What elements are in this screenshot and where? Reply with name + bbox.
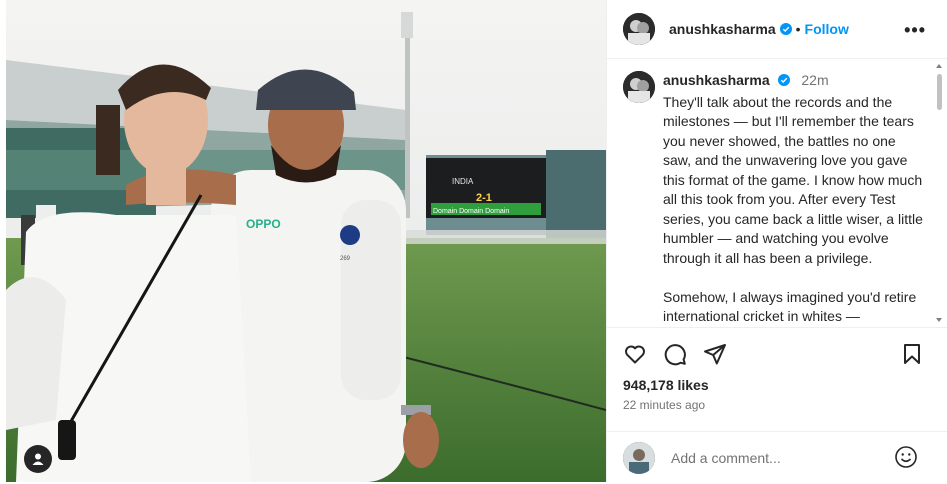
separator-dot: • [795, 21, 801, 37]
header-username[interactable]: anushkasharma [669, 21, 776, 37]
bookmark-icon[interactable] [900, 342, 924, 366]
scrollbar-thumb[interactable] [937, 74, 942, 110]
likes-count[interactable]: 948,178 likes [623, 377, 709, 393]
comment-input[interactable] [669, 449, 893, 467]
user-tag-icon[interactable] [24, 445, 52, 473]
jersey-brand: OPPO [246, 217, 281, 231]
scoreboard-team: INDIA [452, 177, 474, 186]
scoreboard-score: 2-1 [476, 192, 492, 204]
comments-scrollbar[interactable] [934, 62, 944, 324]
caption-username[interactable]: anushkasharma [663, 72, 770, 88]
share-icon[interactable] [703, 342, 727, 366]
emoji-icon[interactable] [894, 445, 918, 469]
avatar[interactable] [623, 71, 655, 103]
heart-icon[interactable] [623, 342, 647, 366]
avatar [623, 442, 655, 474]
verified-icon [777, 74, 790, 86]
post-side-panel: anushkasharma • Follow ••• anushkasharma… [606, 0, 947, 482]
comment-icon[interactable] [663, 342, 687, 366]
scoreboard-ads: Domain Domain Domain [433, 208, 509, 215]
action-icons [623, 342, 743, 366]
actions-section: 948,178 likes 22 minutes ago [607, 327, 947, 483]
instagram-post-window: 2-1 INDIA Domain Domain Domain OPPO 269 [0, 0, 947, 482]
caption-time[interactable]: 22m [801, 72, 828, 88]
caption-text: They'll talk about the records and the m… [663, 93, 923, 325]
caption-block: anushkasharma 22m They'll talk about the… [623, 71, 929, 327]
more-options-icon[interactable]: ••• [904, 20, 926, 41]
jersey-number: 269 [340, 256, 351, 262]
comment-bar [607, 431, 947, 484]
follow-button[interactable]: Follow [805, 21, 849, 37]
avatar[interactable] [623, 13, 655, 45]
verified-icon [779, 23, 792, 35]
post-header: anushkasharma • Follow ••• [607, 0, 947, 59]
post-timestamp[interactable]: 22 minutes ago [623, 398, 705, 412]
post-photo[interactable]: 2-1 INDIA Domain Domain Domain OPPO 269 [6, 0, 606, 482]
caption-body: anushkasharma 22m They'll talk about the… [663, 71, 923, 327]
photo-illustration: 2-1 INDIA Domain Domain Domain OPPO 269 [6, 0, 606, 482]
comments-section[interactable]: anushkasharma 22m They'll talk about the… [607, 59, 947, 327]
